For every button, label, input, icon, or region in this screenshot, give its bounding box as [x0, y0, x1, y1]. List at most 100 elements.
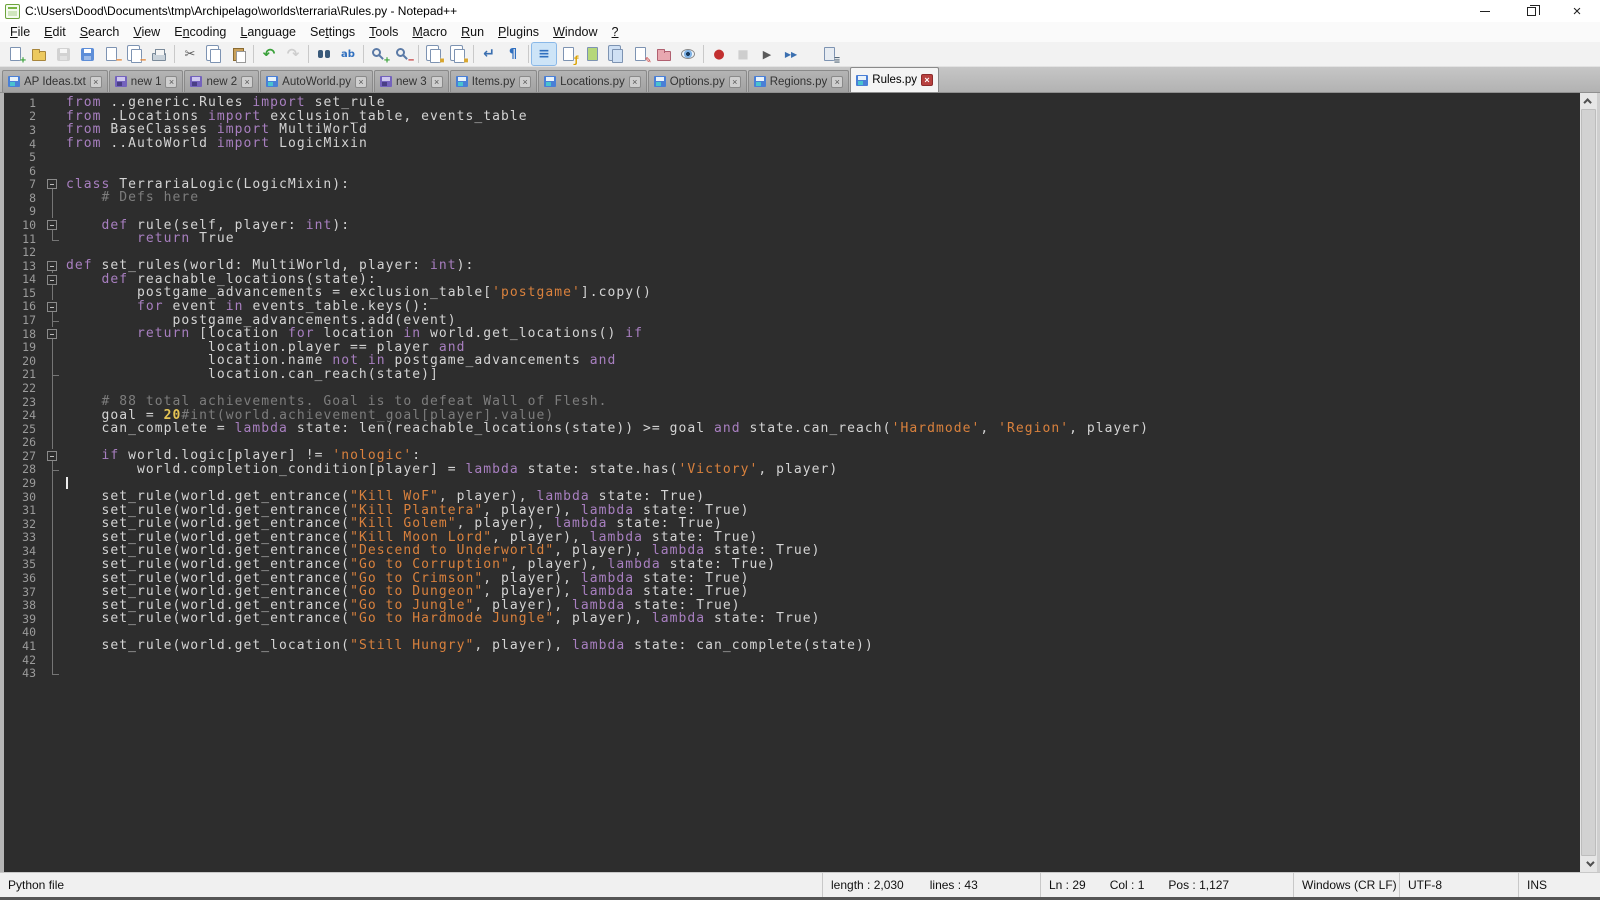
modification-panel-icon[interactable]: ≡: [817, 43, 841, 65]
menu-item-file[interactable]: File: [3, 23, 37, 41]
menu-item-edit[interactable]: Edit: [37, 23, 73, 41]
fold-collapse-icon[interactable]: [47, 220, 57, 230]
macro-play-icon[interactable]: ▶: [755, 43, 779, 65]
menu-item-search[interactable]: Search: [73, 23, 127, 41]
edit-pencil-icon[interactable]: ✎: [628, 43, 652, 65]
zoom-out-icon[interactable]: −: [391, 43, 415, 65]
fold-margin[interactable]: [44, 218, 61, 232]
tab-close-icon[interactable]: ×: [431, 76, 443, 88]
function-list-icon[interactable]: ƒ: [556, 43, 580, 65]
tab-close-icon[interactable]: ×: [90, 76, 102, 88]
scroll-up-button[interactable]: [1580, 93, 1597, 109]
menu-item-view[interactable]: View: [126, 23, 167, 41]
scrollbar-thumb[interactable]: [1581, 109, 1596, 856]
indent-guide-icon[interactable]: ≡: [532, 43, 556, 65]
fold-margin[interactable]: [44, 177, 61, 191]
menu-item-encoding[interactable]: Encoding: [167, 23, 233, 41]
word-wrap-icon[interactable]: ↵: [477, 43, 501, 65]
tab-close-icon[interactable]: ×: [165, 76, 177, 88]
tab-ap-ideas.txt[interactable]: AP Ideas.txt×: [2, 70, 108, 92]
fold-margin: [44, 435, 61, 449]
menu-item-window[interactable]: Window: [546, 23, 604, 41]
close-all-icon[interactable]: −: [123, 43, 147, 65]
paste-icon[interactable]: [226, 43, 250, 65]
fold-collapse-icon[interactable]: [47, 302, 57, 312]
code-text[interactable]: return True: [61, 231, 235, 246]
menu-item-settings[interactable]: Settings: [303, 23, 362, 41]
fold-margin[interactable]: [44, 449, 61, 463]
macro-stop-icon[interactable]: ■: [731, 43, 755, 65]
new-file-icon[interactable]: +: [3, 43, 27, 65]
scroll-down-button[interactable]: [1580, 856, 1597, 872]
tab-regions.py[interactable]: Regions.py×: [748, 70, 850, 92]
fold-collapse-icon[interactable]: [47, 329, 57, 339]
close-button[interactable]: ×: [1554, 0, 1600, 22]
macro-record-icon[interactable]: ●: [707, 43, 731, 65]
close-file-icon[interactable]: −: [99, 43, 123, 65]
insert-mode-label[interactable]: INS: [1527, 878, 1547, 892]
menu-item-plugins[interactable]: Plugins: [491, 23, 546, 41]
print-icon[interactable]: [147, 43, 171, 65]
menu-item-language[interactable]: Language: [233, 23, 303, 41]
tab-options.py[interactable]: Options.py×: [648, 70, 747, 92]
code-text[interactable]: set_rule(world.get_entrance("Go to Hardm…: [61, 611, 821, 626]
tab-close-icon[interactable]: ×: [831, 76, 843, 88]
zoom-in-icon[interactable]: +: [367, 43, 391, 65]
fold-margin[interactable]: [44, 259, 61, 273]
cut-icon[interactable]: ✂: [178, 43, 202, 65]
replace-icon[interactable]: ab: [336, 43, 360, 65]
fold-collapse-icon[interactable]: [47, 261, 57, 271]
tab-locations.py[interactable]: Locations.py×: [538, 70, 647, 92]
code-editor[interactable]: 1from ..generic.Rules import set_rule2fr…: [4, 93, 1580, 872]
sync-vertical-icon[interactable]: ▪: [422, 43, 446, 65]
vertical-scrollbar[interactable]: [1580, 93, 1597, 872]
document-list-icon[interactable]: [604, 43, 628, 65]
tab-new-3[interactable]: new 3×: [374, 70, 449, 92]
code-text[interactable]: # Defs here: [61, 190, 199, 205]
sync-horizontal-icon[interactable]: ▪: [446, 43, 470, 65]
tab-items.py[interactable]: Items.py×: [450, 70, 537, 92]
eol-format-label[interactable]: Windows (CR LF): [1302, 878, 1397, 892]
tab-autoworld.py[interactable]: AutoWorld.py×: [260, 70, 373, 92]
code-text[interactable]: can_complete = lambda state: len(reachab…: [61, 421, 1149, 436]
fold-collapse-icon[interactable]: [47, 179, 57, 189]
fold-margin[interactable]: [44, 273, 61, 287]
macro-run-multiple-icon[interactable]: ▶▶: [779, 43, 803, 65]
tab-close-icon[interactable]: ×: [519, 76, 531, 88]
tab-close-icon[interactable]: ×: [629, 76, 641, 88]
document-map-icon[interactable]: [580, 43, 604, 65]
minimize-button[interactable]: [1462, 0, 1508, 22]
encoding-label[interactable]: UTF-8: [1408, 878, 1442, 892]
fold-margin[interactable]: [44, 327, 61, 341]
menu-item-[interactable]: ?: [605, 23, 626, 41]
menu-item-tools[interactable]: Tools: [362, 23, 405, 41]
restore-button[interactable]: [1508, 0, 1554, 22]
code-text[interactable]: from ..AutoWorld import LogicMixin: [61, 136, 368, 151]
fold-margin[interactable]: [44, 300, 61, 314]
redo-icon[interactable]: ↷: [281, 43, 305, 65]
open-folder-icon[interactable]: [27, 43, 51, 65]
code-text[interactable]: location.can_reach(state)]: [61, 367, 439, 382]
tab-close-icon[interactable]: ×: [241, 76, 253, 88]
copy-icon[interactable]: [202, 43, 226, 65]
save-icon[interactable]: [51, 43, 75, 65]
fold-collapse-icon[interactable]: [47, 451, 57, 461]
tab-new-2[interactable]: new 2×: [184, 70, 259, 92]
code-line: 22: [4, 381, 1580, 395]
tab-new-1[interactable]: new 1×: [109, 70, 184, 92]
show-all-chars-icon[interactable]: ¶: [501, 43, 525, 65]
tab-close-icon[interactable]: ×: [355, 76, 367, 88]
folder-workspace-icon[interactable]: [652, 43, 676, 65]
code-text[interactable]: world.completion_condition[player] = lam…: [61, 462, 838, 477]
tab-close-icon[interactable]: ×: [921, 74, 933, 86]
find-icon[interactable]: [312, 43, 336, 65]
tab-close-icon[interactable]: ×: [729, 76, 741, 88]
code-text[interactable]: set_rule(world.get_location("Still Hungr…: [61, 638, 874, 653]
tab-rules.py[interactable]: Rules.py×: [850, 67, 939, 92]
view-eye-icon[interactable]: [676, 43, 700, 65]
menu-item-run[interactable]: Run: [454, 23, 491, 41]
undo-icon[interactable]: ↶: [257, 43, 281, 65]
menu-item-macro[interactable]: Macro: [405, 23, 454, 41]
save-all-icon[interactable]: [75, 43, 99, 65]
fold-collapse-icon[interactable]: [47, 275, 57, 285]
